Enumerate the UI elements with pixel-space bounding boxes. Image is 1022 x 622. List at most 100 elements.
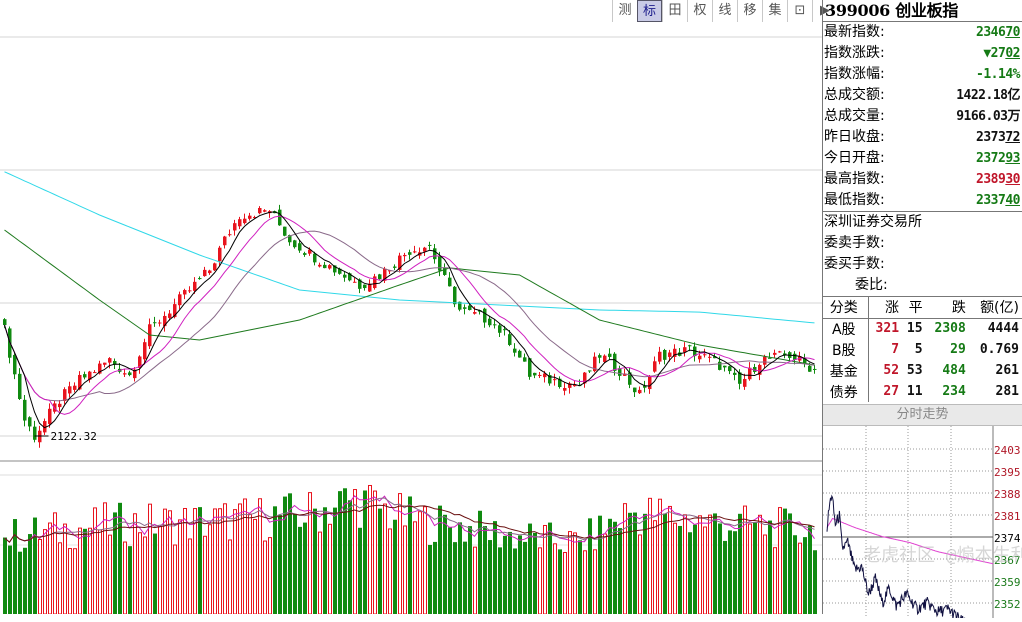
candle bbox=[23, 394, 27, 427]
toolbar-button-3[interactable]: 权 bbox=[687, 0, 712, 22]
volume-bar bbox=[323, 507, 327, 615]
candle-body bbox=[318, 264, 322, 267]
candle-body bbox=[808, 365, 812, 372]
candle-body bbox=[23, 399, 27, 421]
volume-bar bbox=[693, 524, 697, 615]
candle-body bbox=[178, 294, 182, 306]
quote-value: 1422.18亿 bbox=[956, 85, 1020, 106]
candle-body bbox=[108, 358, 112, 363]
quote-row: 总成交额: 1422.18亿 bbox=[823, 85, 1022, 106]
volume-bar bbox=[633, 512, 637, 615]
toolbar-button-4[interactable]: 线 bbox=[712, 0, 737, 22]
volume-bar bbox=[298, 526, 302, 615]
intraday-tab[interactable]: 分时走势 bbox=[823, 404, 1022, 426]
candle bbox=[743, 373, 747, 390]
volume-bar bbox=[358, 527, 362, 615]
volume-bar bbox=[313, 508, 317, 615]
candle-body bbox=[488, 318, 492, 326]
candle bbox=[448, 272, 452, 287]
breadth-header: 额(亿) bbox=[968, 297, 1022, 319]
candle-body bbox=[343, 274, 347, 278]
candle bbox=[463, 304, 467, 315]
volume-bar bbox=[223, 503, 227, 615]
quote-value: 237372 bbox=[976, 127, 1020, 148]
toolbar-button-1[interactable]: 标 bbox=[637, 0, 662, 22]
candle bbox=[563, 382, 567, 396]
toolbar-button-2[interactable]: 田 bbox=[662, 0, 687, 22]
candle-body bbox=[313, 253, 317, 263]
volume-bar bbox=[33, 517, 37, 615]
breadth-cell-value: 52 bbox=[883, 363, 900, 378]
quote-value: 237293 bbox=[976, 148, 1020, 169]
toolbar-button-6[interactable]: 集 bbox=[762, 0, 787, 22]
candle-body bbox=[493, 324, 497, 326]
candle-body bbox=[128, 372, 132, 376]
candle bbox=[93, 370, 97, 374]
candle bbox=[28, 416, 32, 432]
volume-bar bbox=[748, 523, 752, 615]
candle bbox=[363, 284, 367, 291]
candle-body bbox=[433, 248, 437, 260]
candle-body bbox=[83, 374, 87, 378]
breadth-row: A股 321 15 2308 4444 bbox=[823, 318, 1022, 339]
candle bbox=[428, 241, 432, 250]
candle bbox=[138, 355, 142, 374]
candle bbox=[683, 342, 687, 357]
candle bbox=[188, 286, 192, 293]
toolbar-button-5[interactable]: 移 bbox=[737, 0, 762, 22]
volume-bar bbox=[613, 521, 617, 615]
breadth-cell-value: 27 bbox=[883, 384, 900, 399]
volume-bar bbox=[533, 532, 537, 615]
volume-bar bbox=[63, 523, 67, 615]
candle bbox=[123, 368, 127, 377]
candle bbox=[783, 350, 787, 359]
volume-bar bbox=[243, 498, 247, 615]
toolbar-button-0[interactable]: 测 bbox=[612, 0, 637, 22]
volume-bar bbox=[738, 513, 742, 615]
breadth-row: 基金 52 53 484 261 bbox=[823, 360, 1022, 381]
quote-label: 指数涨幅: bbox=[824, 66, 885, 82]
volume-bar bbox=[768, 520, 772, 615]
candle bbox=[158, 319, 162, 327]
candle-body bbox=[403, 254, 407, 257]
quote-row: 今日开盘: 237293 bbox=[823, 148, 1022, 169]
kline-chart-area[interactable]: 2122.32 bbox=[0, 0, 822, 615]
candle bbox=[608, 348, 612, 360]
volume-bar bbox=[673, 522, 677, 615]
candle bbox=[433, 243, 437, 264]
volume-bar bbox=[218, 508, 222, 615]
candle-body bbox=[663, 349, 667, 360]
candle-body bbox=[198, 278, 202, 280]
intraday-chart[interactable]: 24032395238823812374236723592352老虎社区 @煽本… bbox=[823, 426, 1022, 622]
candle-body bbox=[518, 350, 522, 358]
candle-body bbox=[473, 312, 477, 314]
candle-body bbox=[158, 322, 162, 324]
breadth-cell: 484 bbox=[926, 360, 969, 381]
quote-row: 指数涨幅: -1.14% bbox=[823, 64, 1022, 85]
volume-bar bbox=[703, 526, 707, 615]
quote-value-decimal: 30 bbox=[1005, 172, 1020, 187]
candle-body bbox=[708, 356, 712, 358]
candle-body bbox=[448, 277, 452, 287]
sell-volume-label: 委卖手数: bbox=[824, 235, 885, 251]
kline-svg[interactable]: 2122.32 bbox=[0, 0, 822, 615]
toolbar-button-7[interactable]: ⊡ bbox=[787, 0, 812, 22]
quote-value: 238930 bbox=[976, 169, 1020, 190]
ma250-line bbox=[4, 171, 815, 324]
candle-body bbox=[203, 269, 207, 277]
volume-bar bbox=[663, 513, 667, 615]
volume-bar bbox=[543, 525, 547, 615]
breadth-cell-value: 7 bbox=[891, 342, 900, 357]
quote-value-decimal: 70 bbox=[1005, 25, 1020, 40]
candle bbox=[103, 362, 107, 368]
breadth-row: 债券 27 11 234 281 bbox=[823, 381, 1022, 402]
breadth-cell: 234 bbox=[926, 381, 969, 402]
candle-body bbox=[538, 374, 542, 376]
breadth-cell-value: 11 bbox=[906, 384, 923, 399]
order-ratio-label: 委比: bbox=[855, 277, 888, 293]
candle bbox=[178, 291, 182, 310]
volume-bar bbox=[213, 508, 217, 615]
volume-bar bbox=[348, 500, 352, 615]
volume-bar bbox=[603, 533, 607, 615]
candle-body bbox=[413, 251, 417, 253]
